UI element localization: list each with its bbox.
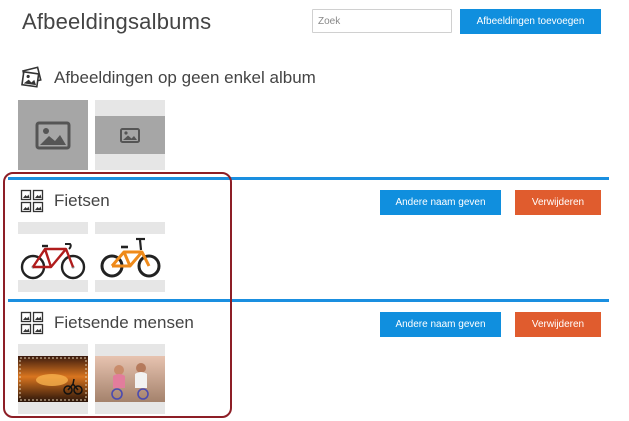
unassigned-section-header: Afbeeldingen op geen enkel album: [20, 66, 316, 90]
delete-album-button[interactable]: Verwijderen: [515, 190, 601, 215]
rename-album-button[interactable]: Andere naam geven: [380, 190, 501, 215]
photos-stack-icon: [20, 66, 44, 90]
image-icon: [35, 121, 71, 150]
delete-album-button[interactable]: Verwijderen: [515, 312, 601, 337]
search-input[interactable]: [312, 9, 452, 33]
add-images-button[interactable]: Afbeeldingen toevoegen: [460, 9, 601, 34]
highlight-frame: [3, 172, 232, 418]
rename-album-button[interactable]: Andere naam geven: [380, 312, 501, 337]
image-placeholder[interactable]: [18, 100, 88, 170]
page-title: Afbeeldingsalbums: [22, 9, 212, 34]
image-icon: [120, 128, 140, 143]
unassigned-section-title: Afbeeldingen op geen enkel album: [54, 68, 316, 87]
image-albums-page: Afbeeldingsalbums Afbeeldingen toevoegen…: [0, 0, 629, 421]
image-placeholder[interactable]: [95, 100, 165, 170]
